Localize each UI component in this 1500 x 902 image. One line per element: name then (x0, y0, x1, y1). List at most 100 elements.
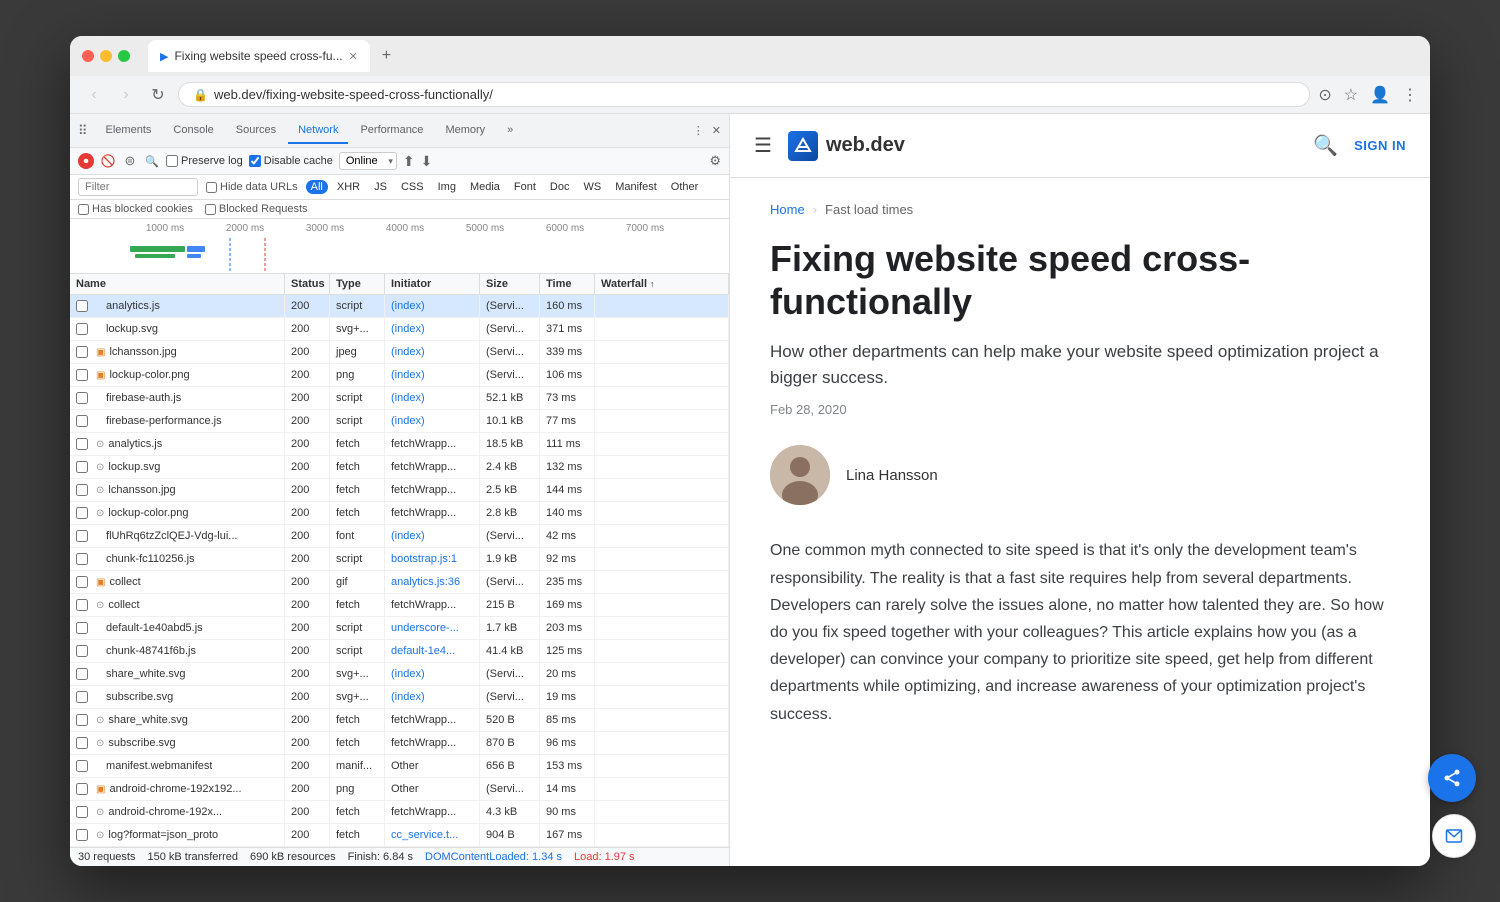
filter-input[interactable] (78, 178, 198, 196)
filter-img[interactable]: Img (433, 180, 461, 194)
row-checkbox[interactable] (76, 461, 88, 473)
blocked-requests-checkbox[interactable]: Blocked Requests (205, 203, 308, 215)
tab-sources[interactable]: Sources (226, 118, 286, 144)
initiator-link[interactable]: (index) (391, 530, 425, 542)
devtools-more-menu[interactable]: ⋮ (693, 124, 704, 137)
initiator-link[interactable]: (index) (391, 300, 425, 312)
header-type[interactable]: Type (330, 274, 385, 294)
row-checkbox[interactable] (76, 484, 88, 496)
filter-all[interactable]: All (306, 180, 328, 194)
hide-data-urls-checkbox[interactable]: Hide data URLs (206, 181, 298, 193)
tab-console[interactable]: Console (163, 118, 223, 144)
row-checkbox[interactable] (76, 438, 88, 450)
initiator-link[interactable]: cc_service.t... (391, 829, 458, 841)
table-row[interactable]: □ share_white.svg 200 svg+... (index) (S… (70, 663, 729, 686)
disable-cache-checkbox[interactable]: Disable cache (249, 155, 333, 167)
clear-button[interactable]: 🚫 (100, 153, 116, 169)
has-blocked-cookies-checkbox[interactable]: Has blocked cookies (78, 203, 193, 215)
table-row[interactable]: ▣ lockup-color.png 200 png (index) (Serv… (70, 364, 729, 387)
tab-more[interactable]: » (497, 118, 523, 144)
row-checkbox[interactable] (76, 415, 88, 427)
web-logo[interactable]: web.dev (788, 131, 905, 161)
bookmark-icon[interactable]: ☆ (1344, 85, 1358, 105)
table-row[interactable]: ⊙ lockup-color.png 200 fetch fetchWrapp.… (70, 502, 729, 525)
table-row[interactable]: □ manifest.webmanifest 200 manif... Othe… (70, 755, 729, 778)
table-row[interactable]: ⊙ analytics.js 200 fetch fetchWrapp... 1… (70, 433, 729, 456)
table-row[interactable]: □ firebase-auth.js 200 script (index) 52… (70, 387, 729, 410)
hamburger-menu-icon[interactable]: ☰ (754, 133, 772, 158)
sign-in-button[interactable]: SIGN IN (1354, 138, 1406, 153)
row-checkbox[interactable] (76, 829, 88, 841)
initiator-link[interactable]: bootstrap.js:1 (391, 553, 457, 565)
close-button[interactable] (82, 50, 94, 62)
table-row[interactable]: ⊙ share_white.svg 200 fetch fetchWrapp..… (70, 709, 729, 732)
tab-performance[interactable]: Performance (350, 118, 433, 144)
header-status[interactable]: Status (285, 274, 330, 294)
share-fab-button[interactable] (1428, 754, 1430, 802)
header-initiator[interactable]: Initiator (385, 274, 480, 294)
initiator-link[interactable]: analytics.js:36 (391, 576, 460, 588)
table-row[interactable]: ⊙ lchansson.jpg 200 fetch fetchWrapp... … (70, 479, 729, 502)
table-row[interactable]: ⊙ log?format=json_proto 200 fetch cc_ser… (70, 824, 729, 847)
forward-button[interactable]: › (114, 86, 138, 104)
url-bar[interactable]: 🔒 web.dev/fixing-website-speed-cross-fun… (178, 82, 1310, 107)
row-checkbox[interactable] (76, 530, 88, 542)
record-stop-button[interactable]: ⏺ (78, 153, 94, 169)
filter-manifest[interactable]: Manifest (610, 180, 662, 194)
row-checkbox[interactable] (76, 300, 88, 312)
row-checkbox[interactable] (76, 599, 88, 611)
tab-memory[interactable]: Memory (435, 118, 495, 144)
header-name[interactable]: Name (70, 274, 285, 294)
header-time[interactable]: Time (540, 274, 595, 294)
initiator-link[interactable]: (index) (391, 668, 425, 680)
table-row[interactable]: □ firebase-performance.js 200 script (in… (70, 410, 729, 433)
row-checkbox[interactable] (76, 507, 88, 519)
row-checkbox[interactable] (76, 714, 88, 726)
filter-media[interactable]: Media (465, 180, 505, 194)
table-row[interactable]: ▣ collect 200 gif analytics.js:36 (Servi… (70, 571, 729, 594)
filter-font[interactable]: Font (509, 180, 541, 194)
header-waterfall[interactable]: Waterfall ↑ (595, 274, 729, 294)
initiator-link[interactable]: (index) (391, 346, 425, 358)
initiator-link[interactable]: (index) (391, 691, 425, 703)
initiator-link[interactable]: (index) (391, 323, 425, 335)
row-checkbox[interactable] (76, 806, 88, 818)
filter-other[interactable]: Other (666, 180, 704, 194)
filter-button[interactable]: ⊜ (122, 153, 138, 169)
menu-icon[interactable]: ⋮ (1402, 85, 1418, 105)
row-checkbox[interactable] (76, 369, 88, 381)
table-row[interactable]: ⊙ collect 200 fetch fetchWrapp... 215 B … (70, 594, 729, 617)
row-checkbox[interactable] (76, 553, 88, 565)
tab-network[interactable]: Network (288, 118, 348, 144)
row-checkbox[interactable] (76, 323, 88, 335)
row-checkbox[interactable] (76, 392, 88, 404)
breadcrumb-home[interactable]: Home (770, 202, 805, 217)
table-row[interactable]: □ analytics.js 200 script (index) (Servi… (70, 295, 729, 318)
import-button[interactable]: ⬆ (403, 153, 415, 170)
export-button[interactable]: ⬇ (421, 153, 433, 170)
preserve-log-checkbox[interactable]: Preserve log (166, 155, 243, 167)
row-checkbox[interactable] (76, 737, 88, 749)
table-row[interactable]: ⊙ lockup.svg 200 fetch fetchWrapp... 2.4… (70, 456, 729, 479)
row-checkbox[interactable] (76, 783, 88, 795)
tab-close-button[interactable]: ✕ (349, 50, 358, 63)
table-row[interactable]: □ subscribe.svg 200 svg+... (index) (Ser… (70, 686, 729, 709)
filter-doc[interactable]: Doc (545, 180, 575, 194)
initiator-link[interactable]: (index) (391, 415, 425, 427)
table-row[interactable]: ⊙ android-chrome-192x... 200 fetch fetch… (70, 801, 729, 824)
devtools-close-button[interactable]: ✕ (712, 124, 721, 137)
table-row[interactable]: ⊙ subscribe.svg 200 fetch fetchWrapp... … (70, 732, 729, 755)
table-row[interactable]: □ chunk-fc110256.js 200 script bootstrap… (70, 548, 729, 571)
cast-icon[interactable]: ⊙ (1318, 85, 1331, 105)
row-checkbox[interactable] (76, 346, 88, 358)
row-checkbox[interactable] (76, 691, 88, 703)
browser-tab-active[interactable]: ▶ Fixing website speed cross-fu... ✕ (148, 40, 370, 72)
filter-css[interactable]: CSS (396, 180, 429, 194)
minimize-button[interactable] (100, 50, 112, 62)
new-tab-button[interactable]: + (374, 41, 399, 71)
table-row[interactable]: ▣ lchansson.jpg 200 jpeg (index) (Servi.… (70, 341, 729, 364)
tab-elements[interactable]: Elements (96, 118, 162, 144)
initiator-link[interactable]: (index) (391, 369, 425, 381)
back-button[interactable]: ‹ (82, 86, 106, 104)
search-icon[interactable]: 🔍 (1313, 133, 1338, 158)
